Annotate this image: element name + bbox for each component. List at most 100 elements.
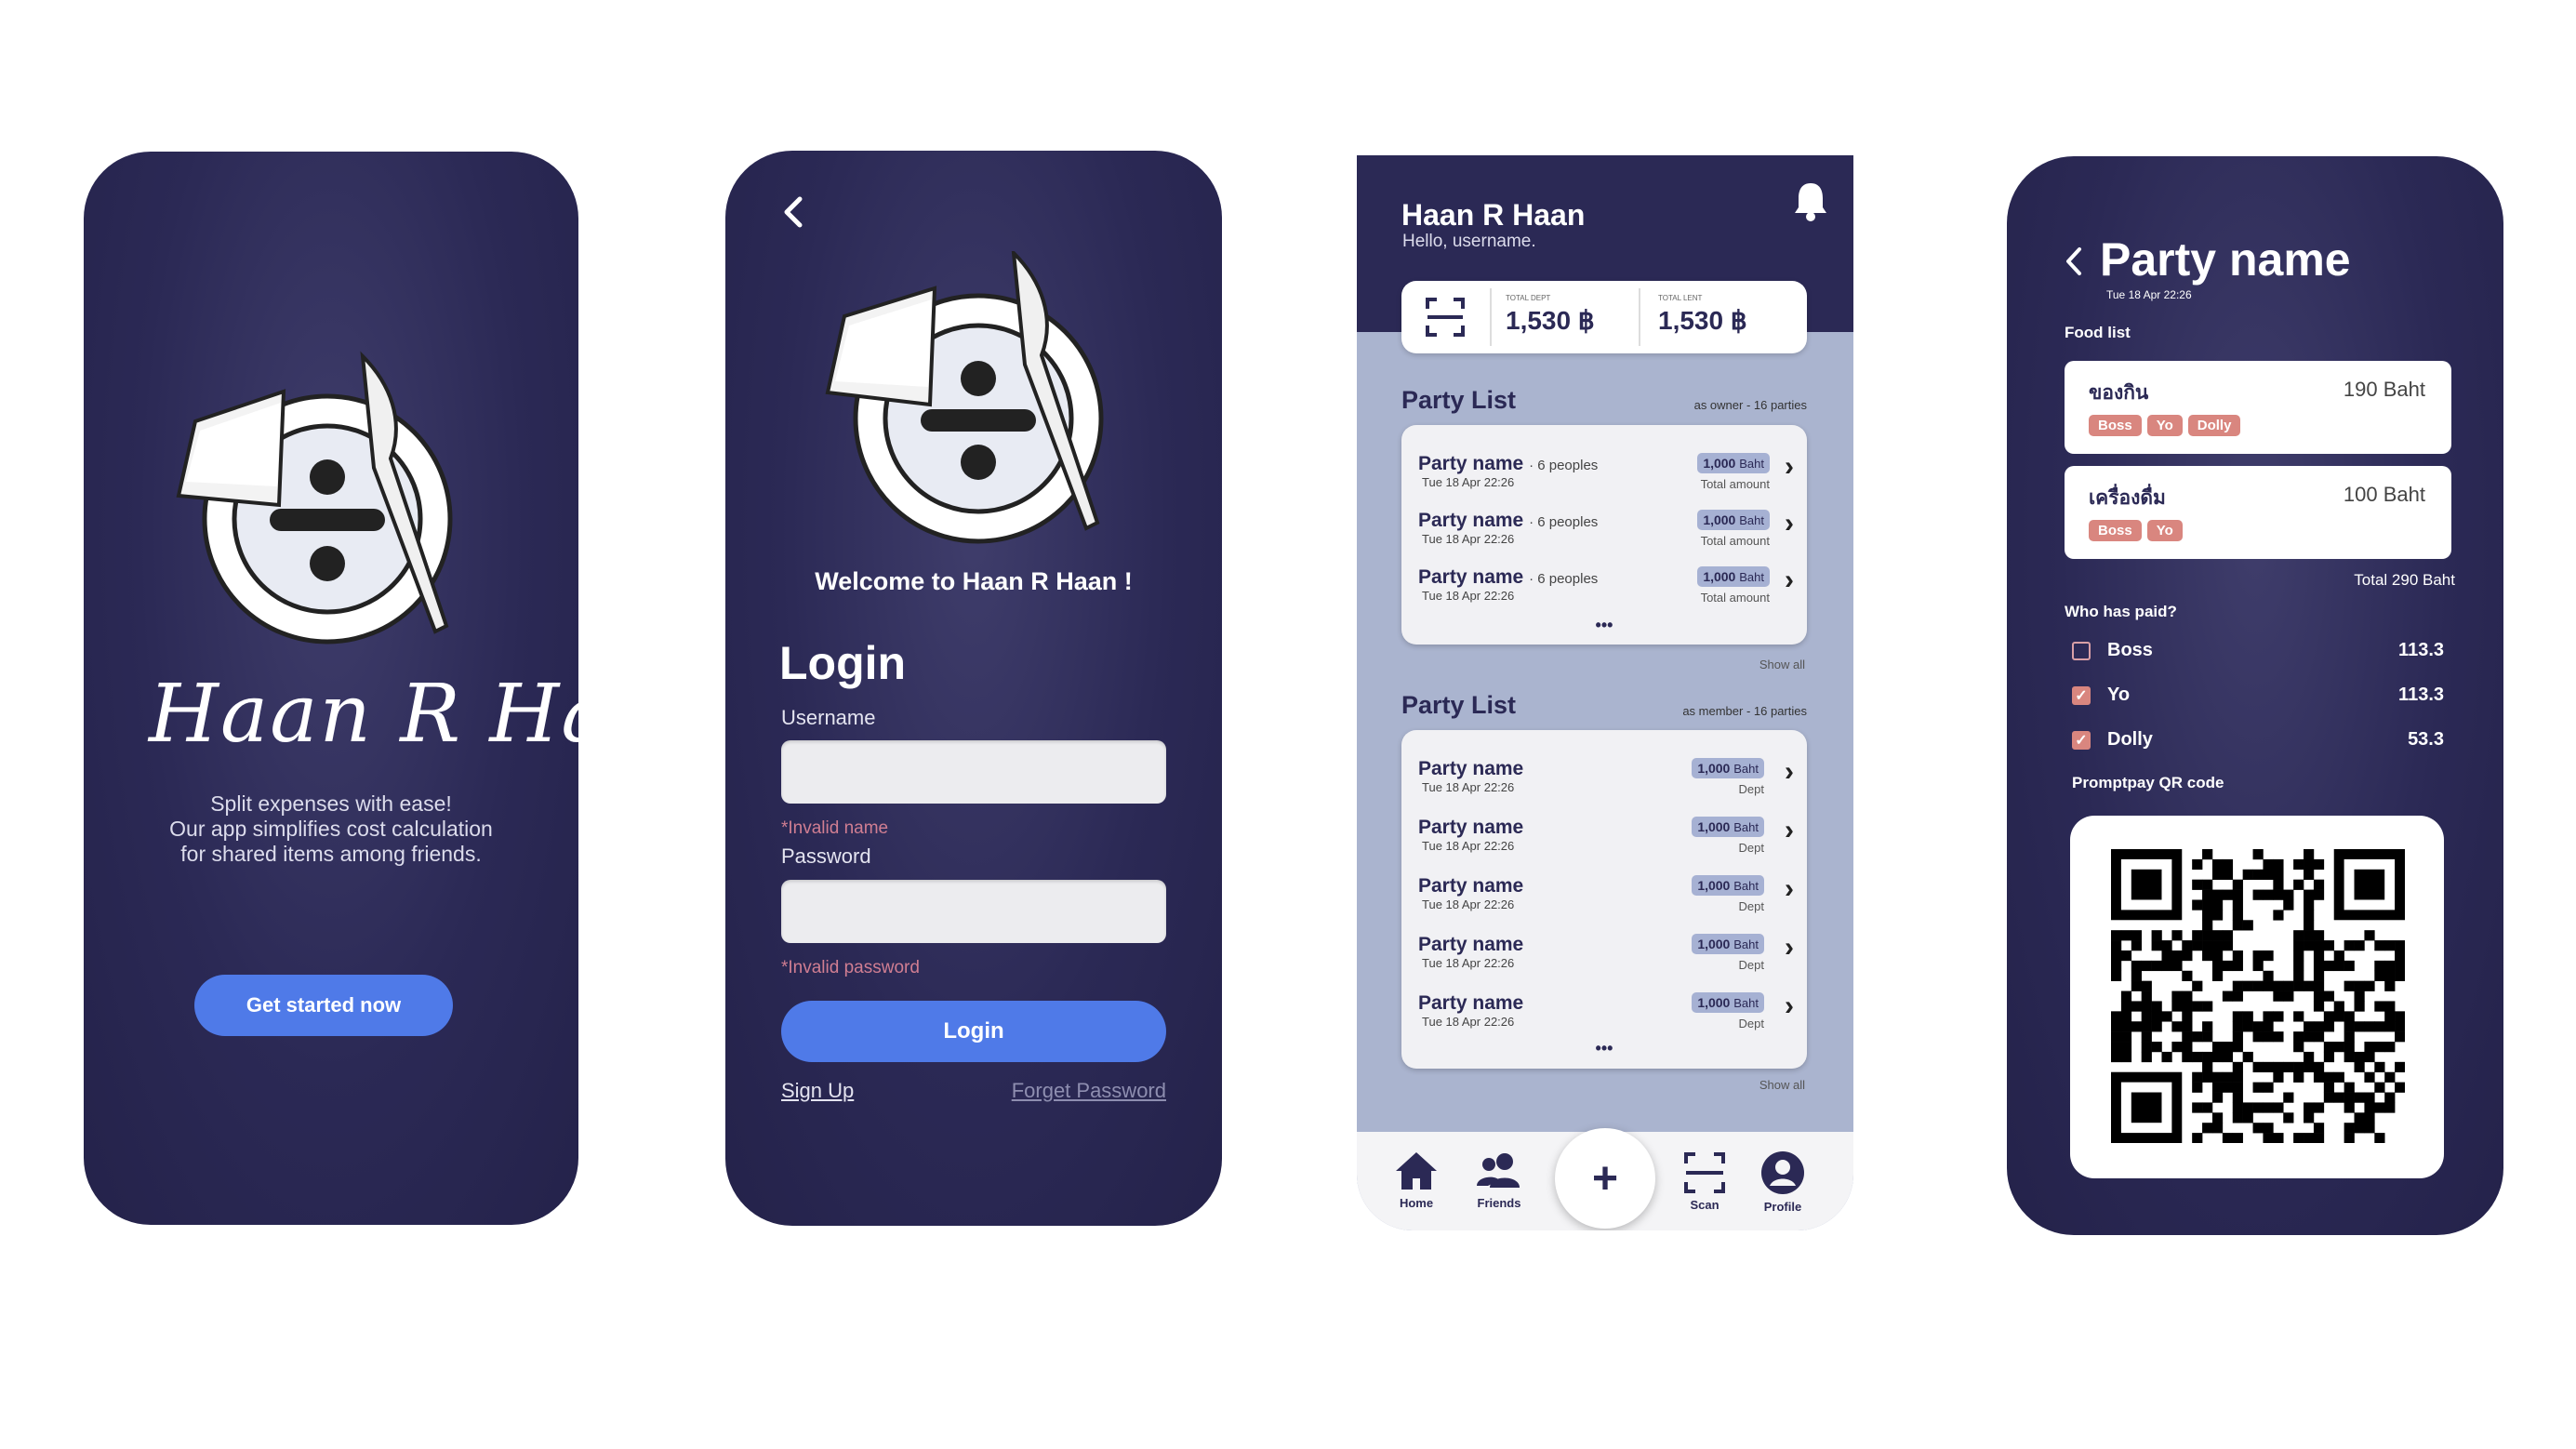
amount-unit: Baht <box>1733 820 1759 834</box>
nav-profile[interactable]: Profile <box>1757 1150 1809 1214</box>
payer-row[interactable]: ✓ Dolly 53.3 <box>2072 727 2444 755</box>
member-list-title: Party List <box>1401 691 1517 719</box>
add-party-button[interactable]: + <box>1555 1128 1655 1229</box>
scan-icon[interactable] <box>1426 298 1465 337</box>
app-title: Haan R Haan <box>1401 198 1586 232</box>
party-name: Party name <box>1418 817 1524 838</box>
username-field[interactable] <box>781 740 1166 804</box>
tag-row: Boss Yo Dolly <box>2089 415 2241 436</box>
member-list-meta: as member - 16 parties <box>1682 704 1807 718</box>
payer-amount: 113.3 <box>2398 685 2444 705</box>
amount-badge: 1,000 Baht <box>1697 510 1770 530</box>
food-card[interactable]: เครื่องดื่ม 100 Baht Boss Yo <box>2065 466 2451 559</box>
food-card[interactable]: ของกิน 190 Baht Boss Yo Dolly <box>2065 361 2451 454</box>
member-tag: Boss <box>2089 415 2142 436</box>
more-indicator[interactable]: ••• <box>1401 616 1807 635</box>
amount-badge: 1,000 Baht <box>1692 817 1764 837</box>
payer-name: Boss <box>2107 640 2153 660</box>
food-name: เครื่องดื่ม <box>2089 487 2166 509</box>
paid-checkbox[interactable]: ✓ <box>2072 686 2091 705</box>
nav-home[interactable]: Home <box>1390 1150 1442 1210</box>
amount-caption: Dept <box>1738 841 1764 855</box>
bell-icon[interactable] <box>1792 179 1829 222</box>
sign-up-link[interactable]: Sign Up <box>781 1079 854 1103</box>
divider <box>1490 288 1492 346</box>
party-date: Tue 18 Apr 22:26 <box>1422 1015 1515 1029</box>
party-name: Party name <box>1418 992 1524 1014</box>
member-show-all[interactable]: Show all <box>1759 1078 1805 1092</box>
username-error: *Invalid name <box>781 818 889 838</box>
party-name: Party name <box>1418 875 1524 897</box>
member-tag: Yo <box>2146 415 2183 436</box>
plate-logo-icon <box>176 351 453 645</box>
amount-caption: Dept <box>1738 899 1764 913</box>
party-date: Tue 18 Apr 22:26 <box>1422 897 1515 911</box>
party-date: Tue 18 Apr 22:26 <box>1422 956 1515 970</box>
amount-caption: Dept <box>1738 782 1764 796</box>
owner-show-all[interactable]: Show all <box>1759 658 1805 671</box>
amount-badge: 1,000 Baht <box>1692 934 1764 954</box>
amount-unit: Baht <box>1739 457 1764 471</box>
amount-unit: Baht <box>1733 996 1759 1010</box>
party-row[interactable]: Party name Tue 18 Apr 22:26 1,000 Baht D… <box>1401 804 1807 857</box>
amount-badge: 1,000 Baht <box>1692 992 1764 1013</box>
party-name: Party name <box>1418 758 1524 779</box>
payer-amount: 113.3 <box>2398 640 2444 660</box>
brand-script-logo: Haan R Haan <box>149 668 578 761</box>
owner-list-meta: as owner - 16 parties <box>1693 398 1807 412</box>
total-debt-value: 1,530 ฿ <box>1506 306 1595 335</box>
nav-scan-label: Scan <box>1690 1198 1720 1212</box>
party-row[interactable]: Party name Tue 18 Apr 22:26 1,000 Baht D… <box>1401 745 1807 799</box>
party-row[interactable]: Party name Tue 18 Apr 22:26 1,000 Baht D… <box>1401 921 1807 975</box>
qr-label: Promptpay QR code <box>2072 774 2224 791</box>
party-date: Tue 18 Apr 22:26 <box>1422 839 1515 853</box>
food-name: ของกิน <box>2089 382 2149 404</box>
party-date: Tue 18 Apr 22:26 <box>1422 780 1515 794</box>
qr-card <box>2070 816 2444 1178</box>
amount-unit: Baht <box>1733 937 1759 951</box>
welcome-heading: Welcome to Haan R Haan ! <box>815 567 1133 595</box>
total-lent-value: 1,530 ฿ <box>1658 306 1747 335</box>
party-detail-screen: Party name Tue 18 Apr 22:26 Food list ขอ… <box>2007 156 2503 1235</box>
party-row[interactable]: Party name Tue 18 Apr 22:26 1,000 Baht D… <box>1401 979 1807 1033</box>
paid-checkbox[interactable]: ✓ <box>2072 731 2091 750</box>
party-row[interactable]: Party name · 6 peoples Tue 18 Apr 22:26 … <box>1401 497 1807 551</box>
back-chevron-icon[interactable] <box>2063 246 2083 277</box>
party-row[interactable]: Party name · 6 peoples Tue 18 Apr 22:26 … <box>1401 553 1807 607</box>
amount-badge: 1,000 Baht <box>1697 566 1770 587</box>
password-field[interactable] <box>781 880 1166 943</box>
scan-icon <box>1684 1152 1725 1193</box>
password-error: *Invalid password <box>781 958 920 977</box>
tagline-line-2: Our app simplifies cost calculation <box>169 817 493 841</box>
party-people: · 6 peoples <box>1529 514 1599 530</box>
party-row[interactable]: Party name Tue 18 Apr 22:26 1,000 Baht D… <box>1401 862 1807 916</box>
get-started-button[interactable]: Get started now <box>194 975 453 1036</box>
amount-caption: Total amount <box>1700 591 1770 605</box>
chevron-right-icon: › <box>1785 508 1794 538</box>
nav-friends[interactable]: Friends <box>1467 1150 1532 1210</box>
home-screen: Haan R Haan Hello, username. TOTAL DEPT … <box>1357 155 1853 1230</box>
payer-row[interactable]: Boss 113.3 <box>2072 638 2444 666</box>
login-button[interactable]: Login <box>781 1001 1166 1062</box>
login-screen: Welcome to Haan R Haan ! Login Username … <box>725 151 1222 1226</box>
party-date: Tue 18 Apr 22:26 <box>2106 288 2192 301</box>
amount-value: 1,000 <box>1697 878 1731 893</box>
payer-amount: 53.3 <box>2408 729 2444 750</box>
amount-value: 1,000 <box>1697 995 1731 1010</box>
party-row[interactable]: Party name · 6 peoples Tue 18 Apr 22:26 … <box>1401 440 1807 494</box>
back-chevron-icon[interactable] <box>779 193 805 231</box>
payer-row[interactable]: ✓ Yo 113.3 <box>2072 683 2444 711</box>
paid-checkbox[interactable] <box>2072 642 2091 660</box>
amount-unit: Baht <box>1739 513 1764 527</box>
welcome-screen: Haan R Haan Split expenses with ease! Ou… <box>84 152 578 1225</box>
party-name: Party name <box>1418 934 1524 955</box>
greeting: Hello, username. <box>1402 232 1536 251</box>
chevron-right-icon: › <box>1785 873 1794 904</box>
payer-name: Yo <box>2107 685 2131 705</box>
nav-profile-label: Profile <box>1763 1200 1802 1214</box>
forget-password-link[interactable]: Forget Password <box>1012 1079 1166 1103</box>
summary-card: TOTAL DEPT 1,530 ฿ TOTAL LENT 1,530 ฿ <box>1401 281 1807 353</box>
amount-value: 1,000 <box>1703 569 1736 584</box>
more-indicator[interactable]: ••• <box>1401 1039 1807 1058</box>
nav-scan[interactable]: Scan <box>1679 1152 1731 1212</box>
